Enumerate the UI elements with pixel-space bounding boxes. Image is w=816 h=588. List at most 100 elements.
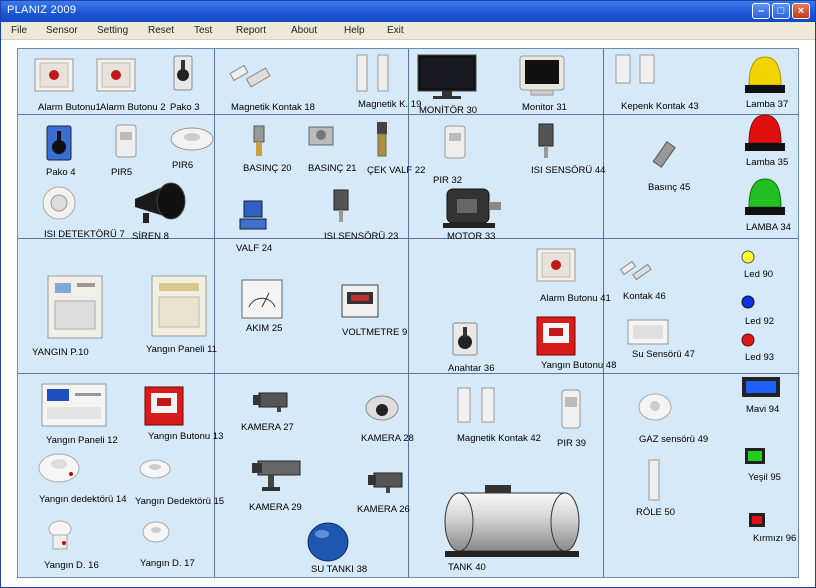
- menu-exit[interactable]: Exit: [387, 25, 404, 36]
- device-label: Yangın Paneli 12: [46, 435, 118, 446]
- menu-sensor[interactable]: Sensor: [46, 25, 78, 36]
- fire-button-icon: [536, 316, 576, 356]
- device-label: VOLTMETRE 9: [342, 327, 408, 338]
- device-label: YANGIN P.10: [32, 347, 89, 358]
- pressure-sensor-icon: [308, 126, 334, 146]
- device-label: KAMERA 29: [249, 502, 302, 513]
- temperature-sensor-icon: [333, 189, 349, 222]
- heat-detector-icon: [42, 186, 76, 220]
- fire-panel-icon: [41, 383, 107, 427]
- alarm-button-icon: [96, 58, 136, 92]
- device-label: Yeşil 95: [748, 472, 781, 483]
- device-label: Yangın Dedektörü 15: [135, 496, 225, 507]
- gas-sensor-icon: [638, 393, 672, 421]
- rotary-switch-icon: [46, 125, 72, 161]
- app-window: PLANIZ 2009 – □ × File Sensor Setting Re…: [0, 0, 816, 588]
- alarm-button-icon: [34, 58, 74, 92]
- red-led-icon: [741, 333, 755, 347]
- relay-icon: [648, 459, 660, 501]
- device-label: Anahtar 36: [448, 363, 495, 374]
- device-label: MOTOR 33: [447, 231, 496, 242]
- device-label: BASINÇ 21: [308, 163, 357, 174]
- red-lamp-icon: [745, 114, 785, 151]
- smoke-detector-icon: [139, 459, 171, 479]
- device-label: Kepenk Kontak 43: [621, 101, 699, 112]
- water-tank-icon: [307, 522, 349, 562]
- fire-button-icon: [144, 386, 184, 426]
- fire-panel-icon: [47, 275, 103, 339]
- menu-reset[interactable]: Reset: [148, 25, 174, 36]
- smoke-detector-icon: [142, 521, 170, 543]
- pir-sensor-icon: [115, 124, 137, 158]
- minimize-button[interactable]: –: [752, 3, 770, 19]
- valve-icon: [239, 200, 267, 230]
- device-label: ISI SENSÖRÜ 44: [531, 165, 606, 176]
- device-label: Pako 4: [46, 167, 76, 178]
- device-label: Magnetik K. 19: [358, 99, 422, 110]
- smoke-detector-icon: [38, 453, 80, 483]
- menu-help[interactable]: Help: [344, 25, 365, 36]
- title-bar[interactable]: PLANIZ 2009 – □ ×: [1, 1, 815, 22]
- red-indicator-icon: [749, 513, 765, 527]
- device-label: Yangın dedektörü 14: [39, 494, 127, 505]
- device-label: AKIM 25: [246, 323, 283, 334]
- device-label: Lamba 37: [746, 99, 789, 110]
- key-switch-icon: [452, 322, 478, 356]
- device-label: MONİTÖR 30: [419, 105, 478, 116]
- maximize-icon: □: [777, 5, 785, 17]
- dome-camera-icon: [365, 395, 399, 421]
- shutter-contact-icon: [615, 54, 655, 84]
- water-sensor-icon: [627, 319, 669, 345]
- device-label: GAZ sensörü 49: [639, 434, 709, 445]
- close-button[interactable]: ×: [792, 3, 810, 19]
- grid-divider: [18, 373, 798, 374]
- menu-setting[interactable]: Setting: [97, 25, 128, 36]
- pir-sensor-icon: [561, 389, 581, 429]
- menu-report[interactable]: Report: [236, 25, 266, 36]
- device-label: Yangın Butonu 48: [541, 360, 617, 371]
- yellow-lamp-icon: [745, 56, 785, 93]
- device-label: SU TANKI 38: [311, 564, 368, 575]
- maximize-button[interactable]: □: [772, 3, 790, 19]
- camera-icon: [252, 460, 301, 491]
- device-label: Led 93: [745, 352, 775, 363]
- magnetic-contact-icon: [229, 64, 271, 88]
- device-label: ISI DETEKTÖRÜ 7: [44, 229, 125, 240]
- device-label: Kontak 46: [623, 291, 666, 302]
- rotary-switch-icon: [173, 55, 193, 91]
- device-label: PIR6: [172, 160, 194, 171]
- pressure-sensor-icon: [253, 125, 265, 156]
- menu-file[interactable]: File: [11, 25, 27, 36]
- device-label: RÖLE 50: [636, 507, 676, 518]
- lcd-monitor-icon: [417, 54, 477, 99]
- grid-divider: [408, 49, 409, 577]
- blue-indicator-icon: [742, 377, 780, 397]
- alarm-button-icon: [536, 248, 576, 282]
- pir-sensor-icon: [444, 125, 466, 159]
- device-label: Yangın D. 16: [44, 560, 99, 571]
- device-label: SİREN 8: [132, 231, 169, 242]
- device-label: TANK 40: [448, 562, 486, 573]
- menu-test[interactable]: Test: [194, 25, 212, 36]
- menu-about[interactable]: About: [291, 25, 317, 36]
- camera-icon: [253, 392, 288, 412]
- siren-icon: [135, 182, 186, 223]
- device-label: Basınç 45: [648, 182, 691, 193]
- device-label: KAMERA 26: [357, 504, 410, 515]
- grid-divider: [18, 114, 798, 115]
- minimize-icon: –: [757, 5, 765, 17]
- ceiling-pir-icon: [170, 127, 214, 151]
- device-label: Magnetik Kontak 42: [457, 433, 541, 444]
- check-valve-icon: [377, 122, 387, 157]
- device-label: Yangın D. 17: [140, 558, 195, 569]
- device-label: KAMERA 28: [361, 433, 414, 444]
- device-label: Monitor 31: [522, 102, 567, 113]
- close-icon: ×: [797, 5, 805, 17]
- device-label: Alarm Butonu 41: [540, 293, 611, 304]
- yellow-led-icon: [741, 250, 755, 264]
- device-label: PIR 39: [557, 438, 587, 449]
- temperature-sensor-icon: [538, 123, 554, 158]
- magnetic-contact-icon: [356, 54, 389, 92]
- menu-bar: File Sensor Setting Reset Test Report Ab…: [1, 22, 815, 40]
- green-indicator-icon: [745, 448, 765, 464]
